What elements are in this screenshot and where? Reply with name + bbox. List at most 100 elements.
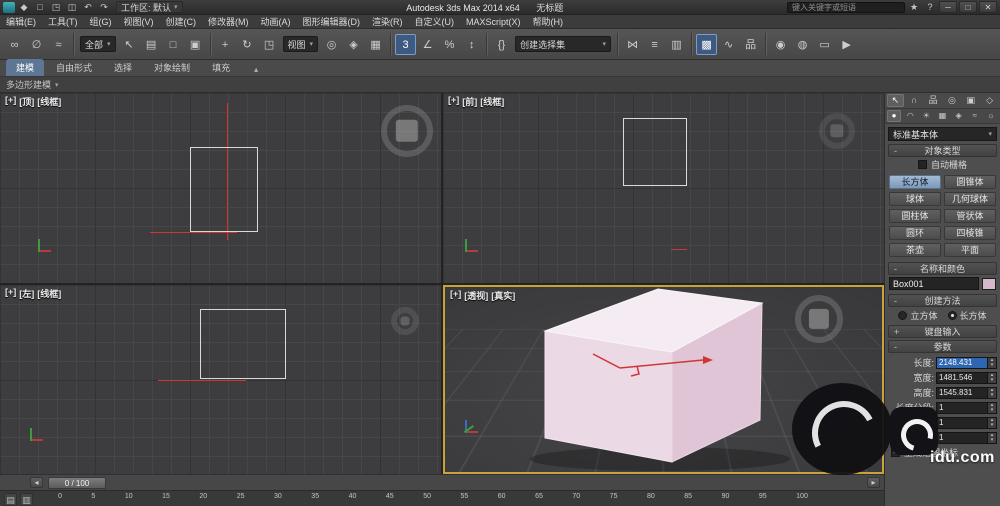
object-type-button[interactable]: 管状体 [944, 209, 996, 223]
object-type-button[interactable]: 圆环 [889, 226, 941, 240]
space-warps-icon[interactable]: ≈ [968, 110, 982, 122]
ribbon-tab[interactable]: 自由形式 [46, 59, 102, 76]
ribbon-tab[interactable]: 选择 [104, 59, 142, 76]
spinner-down-icon[interactable]: ▾ [988, 423, 996, 428]
viewcube[interactable] [381, 105, 433, 157]
previous-frame-icon[interactable]: ◂ [30, 477, 43, 488]
menu-item[interactable]: 动画(A) [255, 15, 297, 28]
align-icon[interactable]: ≡ [644, 34, 665, 55]
select-by-name-icon[interactable]: ▤ [141, 34, 162, 55]
spinner-down-icon[interactable]: ▾ [988, 363, 996, 368]
selection-region-icon[interactable]: □ [163, 34, 184, 55]
viewport-left[interactable]: [+] [左] [线框] [0, 285, 441, 474]
spinner-control[interactable]: ▴ ▾ [987, 403, 996, 413]
ribbon-panel-strip[interactable]: 多边形建模 ▾ [0, 77, 1000, 93]
lights-icon[interactable]: ☀ [919, 110, 933, 122]
parameter-value[interactable]: 1 [937, 418, 987, 428]
layer-manager-icon[interactable]: ▥ [666, 34, 687, 55]
spinner-down-icon[interactable]: ▾ [988, 378, 996, 383]
object-name-field[interactable] [889, 277, 979, 290]
spinner-down-icon[interactable]: ▾ [988, 438, 996, 443]
undo-icon[interactable]: ↶ [81, 1, 95, 13]
menu-item[interactable]: MAXScript(X) [460, 17, 527, 27]
viewport-shading-button[interactable]: [真实] [491, 289, 515, 302]
search-input[interactable] [787, 2, 905, 13]
viewport-top[interactable]: [+] [顶] [线框] [0, 93, 441, 283]
spinner-snap-icon[interactable]: ↕ [461, 34, 482, 55]
modify-tab-icon[interactable]: ∩ [906, 94, 923, 107]
spinner-control[interactable]: ▴ ▾ [987, 433, 996, 443]
spinner-control[interactable]: ▴ ▾ [987, 373, 996, 383]
geometry-icon[interactable]: ● [887, 110, 901, 122]
viewport-shading-button[interactable]: [线框] [480, 95, 504, 108]
parameter-input[interactable]: 2148.431 ▴ ▾ [936, 357, 997, 369]
rendered-frame-icon[interactable]: ▭ [814, 34, 835, 55]
utilities-tab-icon[interactable]: ◇ [981, 94, 998, 107]
rollout-parameters[interactable]: - 参数 [888, 340, 997, 353]
window-crossing-icon[interactable]: ▣ [185, 34, 206, 55]
bind-to-space-warp-icon[interactable]: ≈ [48, 34, 69, 55]
trackbar-filter-icon[interactable]: ▤ [4, 493, 17, 506]
viewport-shading-button[interactable]: [线框] [37, 95, 61, 108]
spinner-control[interactable]: ▴ ▾ [987, 418, 996, 428]
parameter-input[interactable]: 1 ▴ ▾ [936, 417, 997, 429]
creation-method-radio[interactable]: 长方体 [948, 309, 987, 322]
parameter-input[interactable]: 1 ▴ ▾ [936, 402, 997, 414]
select-and-move-icon[interactable]: + [215, 34, 236, 55]
menu-item[interactable]: 自定义(U) [409, 15, 461, 28]
maximize-button[interactable]: □ [959, 1, 977, 13]
render-setup-icon[interactable]: ◍ [792, 34, 813, 55]
viewcube[interactable] [819, 113, 855, 149]
object-type-button[interactable]: 圆锥体 [944, 175, 996, 189]
workspace-selector[interactable]: 工作区: 默认 ▾ [116, 1, 183, 13]
application-menu-icon[interactable]: ◆ [17, 1, 31, 13]
motion-tab-icon[interactable]: ◎ [943, 94, 960, 107]
viewcube[interactable] [391, 307, 419, 335]
menu-item[interactable]: 修改器(M) [202, 15, 255, 28]
hierarchy-tab-icon[interactable]: 品 [925, 94, 942, 107]
rollout-keyboard-entry[interactable]: + 键盘输入 [888, 325, 997, 338]
viewport-menu-button[interactable]: [+] [5, 287, 16, 300]
shapes-icon[interactable]: ◠ [903, 110, 917, 122]
menu-item[interactable]: 工具(T) [42, 15, 84, 28]
viewport-view-button[interactable]: [透视] [464, 289, 488, 302]
object-type-button[interactable]: 球体 [889, 192, 941, 206]
open-file-icon[interactable]: ◳ [49, 1, 63, 13]
object-color-swatch[interactable] [982, 278, 996, 290]
use-pivot-point-icon[interactable]: ◎ [321, 34, 342, 55]
box-wireframe[interactable] [200, 309, 286, 379]
select-and-scale-icon[interactable]: ◳ [259, 34, 280, 55]
rollout-creation-method[interactable]: - 创建方法 [888, 294, 997, 307]
render-production-icon[interactable]: ▶ [836, 34, 857, 55]
redo-icon[interactable]: ↷ [97, 1, 111, 13]
creation-method-radio[interactable]: 立方体 [898, 309, 937, 322]
menu-item[interactable]: 视图(V) [118, 15, 160, 28]
save-file-icon[interactable]: ◫ [65, 1, 79, 13]
object-type-button[interactable]: 平面 [944, 243, 996, 257]
helpers-icon[interactable]: ◈ [952, 110, 966, 122]
new-scene-icon[interactable]: □ [33, 1, 47, 13]
object-type-button[interactable]: 长方体 [889, 175, 941, 189]
close-button[interactable]: ✕ [979, 1, 997, 13]
next-frame-icon[interactable]: ▸ [867, 477, 880, 488]
ribbon-tab[interactable]: 建模 [6, 59, 44, 76]
trackbar-mode-icon[interactable]: ▥ [20, 493, 33, 506]
viewport-view-button[interactable]: [前] [462, 95, 477, 108]
systems-icon[interactable]: ☼ [984, 110, 998, 122]
viewport-view-button[interactable]: [顶] [19, 95, 34, 108]
rollout-object-type[interactable]: - 对象类型 [888, 144, 997, 157]
parameter-input[interactable]: 1481.546 ▴ ▾ [936, 372, 997, 384]
material-editor-icon[interactable]: ◉ [770, 34, 791, 55]
ribbon-tab[interactable]: 填充 [202, 59, 240, 76]
menu-item[interactable]: 组(G) [84, 15, 118, 28]
time-slider-handle[interactable]: 0 / 100 [48, 477, 106, 489]
minimize-button[interactable]: ─ [939, 1, 957, 13]
box-wireframe[interactable] [623, 118, 687, 186]
menu-item[interactable]: 创建(C) [160, 15, 203, 28]
object-type-button[interactable]: 四棱锥 [944, 226, 996, 240]
reference-coordinate-dropdown[interactable]: 视图 ▾ [283, 36, 319, 52]
ribbon-minimize-icon[interactable]: ▴ [250, 63, 262, 76]
graphite-ribbon-icon[interactable]: ▩ [696, 34, 717, 55]
display-tab-icon[interactable]: ▣ [962, 94, 979, 107]
object-type-button[interactable]: 几何球体 [944, 192, 996, 206]
